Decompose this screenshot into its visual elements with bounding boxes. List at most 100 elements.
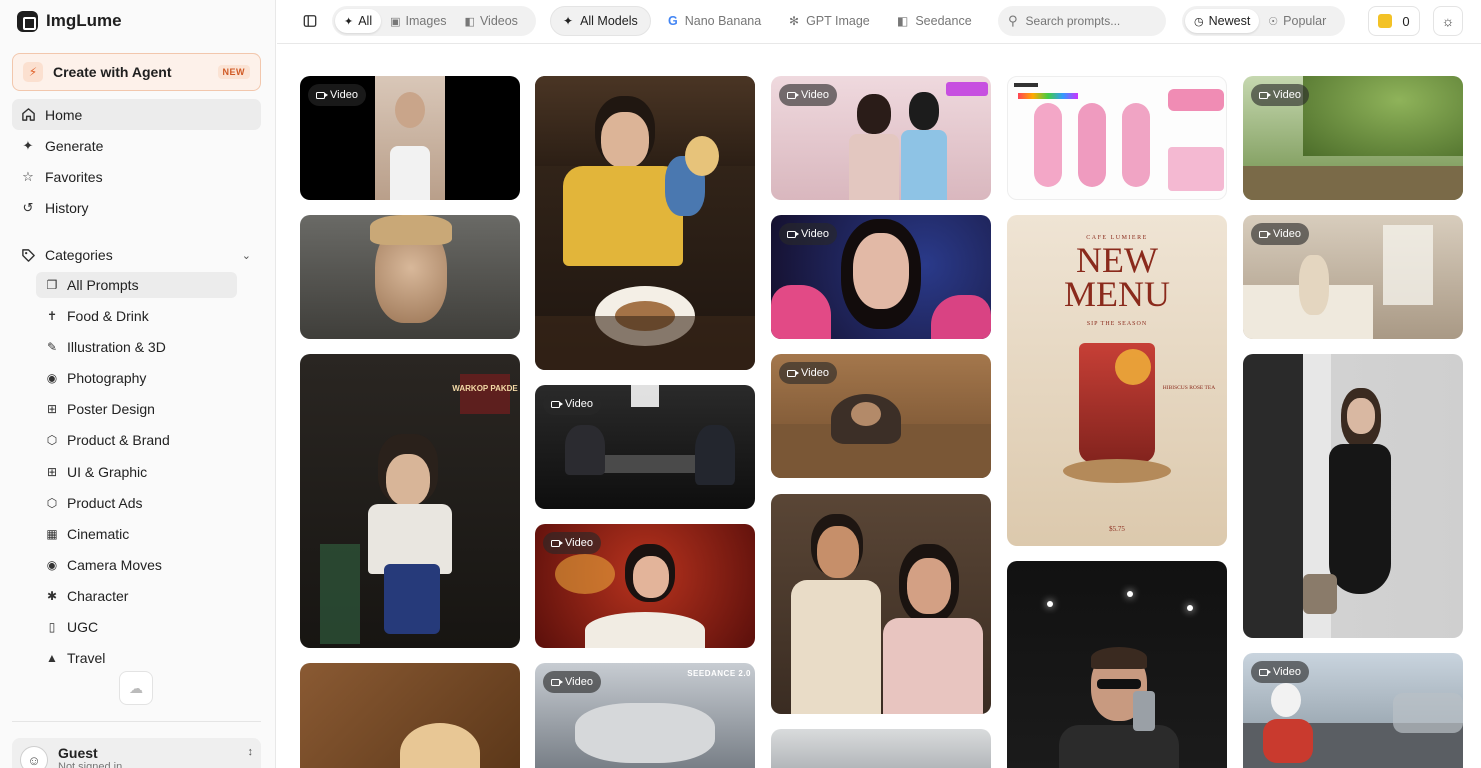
categories-title: Categories [45, 247, 113, 263]
menu-drink-name: HIBISCUS ROSE TEA [1162, 385, 1216, 391]
category-label: Food & Drink [67, 308, 149, 325]
video-badge-label: Video [565, 676, 593, 688]
category-item-photography[interactable]: ◉ Photography [36, 365, 246, 391]
grid-icon: ⊞ [46, 464, 58, 479]
theme-toggle-button[interactable]: ☼ [1433, 6, 1463, 36]
categories-toggle[interactable]: Categories ⌄ [12, 240, 261, 270]
prompt-card[interactable]: Video [535, 524, 755, 648]
nav-item-home[interactable]: Home [12, 99, 261, 130]
model-label: GPT Image [806, 14, 870, 28]
tag-icon [20, 247, 36, 263]
prompt-card[interactable]: Video [300, 76, 520, 200]
sun-icon: ☼ [1441, 13, 1455, 29]
chevron-updown-icon: ↕ [247, 746, 254, 758]
nav-item-generate[interactable]: ✦ Generate [12, 130, 261, 161]
search-input[interactable] [1025, 14, 1146, 28]
filter-videos[interactable]: ◧ Videos [456, 9, 527, 33]
collapse-sidebar-button[interactable]: ☁ [119, 671, 153, 705]
model-label: All Models [580, 14, 638, 28]
video-badge-label: Video [801, 367, 829, 379]
prompt-card[interactable]: WARKOP PAKDE [300, 354, 520, 648]
model-all-models[interactable]: ✦ All Models [550, 6, 651, 36]
avatar: ☺ [20, 746, 48, 768]
prompt-card[interactable]: Video [535, 385, 755, 509]
sidebar: ImgLume ⚡ Create with Agent NEW Home ✦ G… [0, 0, 276, 768]
sort-popular[interactable]: ☉ Popular [1259, 9, 1335, 33]
prompt-card[interactable]: Video [771, 76, 991, 200]
prompt-card[interactable] [300, 215, 520, 339]
sparkle-icon: ✦ [344, 15, 354, 28]
prompt-card[interactable]: CAFE LUMIERE NEW MENU SIP THE SEASON HIB… [1007, 215, 1227, 546]
video-badge-label: Video [565, 398, 593, 410]
category-label: Cinematic [67, 525, 130, 542]
toggle-sidebar-button[interactable] [297, 10, 323, 32]
prompt-card[interactable] [1007, 561, 1227, 768]
prompt-card[interactable] [771, 729, 991, 768]
imglume-logo-icon [17, 10, 38, 32]
category-item-all-prompts[interactable]: ❐ All Prompts [36, 272, 237, 298]
plane-icon: ▲ [46, 651, 58, 665]
agent-label: Create with Agent [53, 64, 172, 80]
user-status: Not signed in [58, 761, 123, 768]
category-label: All Prompts [67, 277, 139, 293]
category-item-product-ads[interactable]: ⬡ Product Ads [36, 490, 246, 516]
sort-label: Popular [1283, 14, 1327, 28]
category-item-camera-moves[interactable]: ◉ Camera Moves [36, 552, 246, 578]
search-box: ⚲ [998, 6, 1166, 36]
sort-newest[interactable]: ◷ Newest [1185, 9, 1260, 33]
video-camera-icon [787, 91, 799, 99]
video-badge: Video [1251, 84, 1309, 106]
model-seedance[interactable]: ◧ Seedance [885, 6, 984, 36]
utensils-icon: ✝ [46, 309, 58, 324]
filter-images[interactable]: ▣ Images [381, 9, 455, 33]
filter-all[interactable]: ✦ All [335, 9, 382, 33]
layout-icon: ⊞ [46, 402, 58, 417]
video-badge-label: Video [801, 228, 829, 240]
category-item-travel[interactable]: ▲ Travel [36, 645, 246, 665]
video-camera-icon [551, 539, 563, 547]
search-icon: ⚲ [1008, 13, 1018, 28]
home-icon [20, 107, 36, 123]
category-item-product-brand[interactable]: ⬡ Product & Brand [36, 427, 246, 453]
category-item-character[interactable]: ✱ Character [36, 583, 246, 609]
category-item-ugc[interactable]: ▯ UGC [36, 614, 246, 640]
prompt-card[interactable] [1243, 354, 1463, 638]
category-item-ui-graphic[interactable]: ⊞ UI & Graphic [36, 459, 246, 485]
clock-icon: ◷ [1194, 15, 1204, 28]
brush-icon: ✎ [46, 340, 58, 355]
prompt-card[interactable]: Video [1243, 215, 1463, 339]
category-item-cinematic[interactable]: ▦ Cinematic [36, 521, 246, 547]
video-badge: Video [1251, 223, 1309, 245]
layers-icon: ❐ [46, 278, 58, 292]
prompt-card[interactable] [300, 663, 520, 768]
camera-icon: ◉ [46, 371, 58, 386]
prompt-card[interactable]: Video [1243, 653, 1463, 768]
nav-item-favorites[interactable]: ☆ Favorites [12, 161, 261, 192]
model-gpt-image[interactable]: ✻ GPT Image [777, 6, 882, 36]
prompt-card[interactable] [535, 76, 755, 370]
user-menu[interactable]: ☺ Guest Not signed in ↕ [12, 738, 261, 768]
category-item-illustration-3d[interactable]: ✎ Illustration & 3D [36, 334, 246, 360]
google-icon: G [668, 14, 678, 28]
prompt-card[interactable]: Video [771, 354, 991, 478]
model-nano-banana[interactable]: G Nano Banana [656, 6, 773, 36]
prompt-card[interactable]: Video [771, 215, 991, 339]
menu-price: $5.75 [1109, 525, 1125, 533]
cloud-icon: ☁ [129, 679, 143, 696]
category-label: Illustration & 3D [67, 339, 166, 356]
prompt-card[interactable] [1007, 76, 1227, 200]
category-item-food-drink[interactable]: ✝ Food & Drink [36, 303, 246, 329]
prompt-card[interactable] [771, 494, 991, 714]
box-icon: ⬡ [46, 433, 58, 448]
new-badge: NEW [217, 65, 250, 79]
brand[interactable]: ImgLume [17, 10, 122, 32]
credits-button[interactable]: 0 [1368, 6, 1420, 36]
category-label: UGC [67, 619, 99, 636]
prompt-card[interactable]: SEEDANCE 2.0 Video [535, 663, 755, 768]
menu-title-line1: NEW [1076, 240, 1158, 280]
create-with-agent-button[interactable]: ⚡ Create with Agent NEW [12, 53, 261, 91]
prompt-card[interactable]: Video [1243, 76, 1463, 200]
nav-item-history[interactable]: ↺ History [12, 192, 261, 223]
category-label: UI & Graphic [67, 463, 148, 480]
category-item-poster-design[interactable]: ⊞ Poster Design [36, 396, 246, 422]
